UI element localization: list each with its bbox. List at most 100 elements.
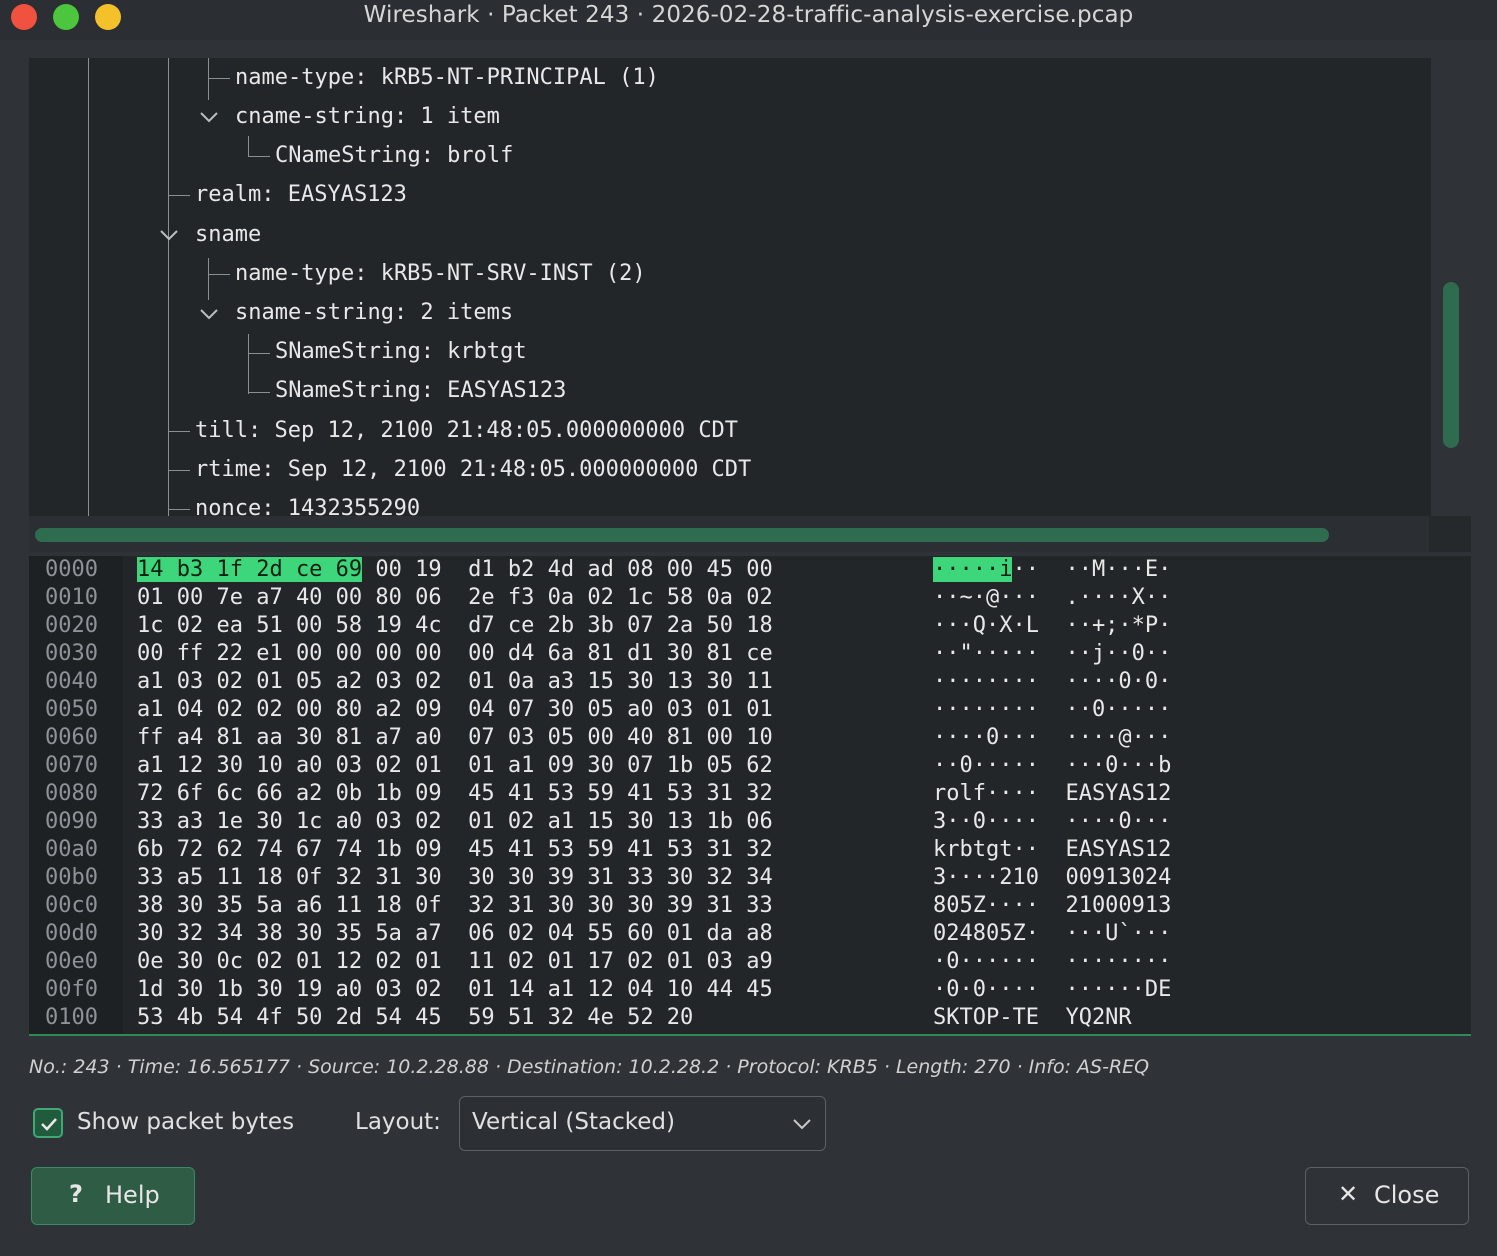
hex-bytes-selected[interactable]: 14 b3 1f 2d ce 69 bbox=[137, 557, 363, 582]
tree-guide bbox=[208, 58, 209, 100]
hex-ascii[interactable]: 3····210 00913024 bbox=[933, 864, 1171, 892]
hex-ascii[interactable]: ········ ··0····· bbox=[933, 696, 1171, 724]
show-packet-bytes-label[interactable]: Show packet bytes bbox=[77, 1109, 294, 1135]
tree-item[interactable]: rtime: Sep 12, 2100 21:48:05.000000000 C… bbox=[195, 457, 751, 483]
hex-bytes[interactable]: ff a4 81 aa 30 81 a7 a0 07 03 05 00 40 8… bbox=[137, 724, 773, 752]
hex-bytes[interactable]: 1d 30 1b 30 19 a0 03 02 01 14 a1 12 04 1… bbox=[137, 976, 773, 1004]
hex-bytes[interactable]: 1c 02 ea 51 00 58 19 4c d7 ce 2b 3b 07 2… bbox=[137, 612, 773, 640]
chevron-down-icon[interactable] bbox=[159, 228, 179, 242]
tree-horizontal-scrollbar[interactable] bbox=[35, 528, 1329, 542]
hex-offset: 0010 bbox=[45, 585, 98, 610]
hex-ascii[interactable]: ········ ····0·0· bbox=[933, 668, 1171, 696]
tree-guide bbox=[88, 58, 89, 516]
hex-bytes[interactable]: 01 00 7e a7 40 00 80 06 2e f3 0a 02 1c 5… bbox=[137, 584, 773, 612]
hex-offset: 0080 bbox=[45, 781, 98, 806]
hex-ascii[interactable]: ·0·0···· ······DE bbox=[933, 976, 1171, 1004]
tree-item[interactable]: name-type: kRB5-NT-PRINCIPAL (1) bbox=[235, 65, 659, 91]
hex-ascii[interactable]: ··"····· ··j··0·· bbox=[933, 640, 1171, 668]
hex-bytes[interactable]: a1 03 02 01 05 a2 03 02 01 0a a3 15 30 1… bbox=[137, 668, 773, 696]
hex-offset: 0100 bbox=[45, 1005, 98, 1030]
hex-bytes-text: 1d 30 1b 30 19 a0 03 02 01 14 a1 12 04 1… bbox=[137, 977, 773, 1002]
hex-bytes[interactable]: 0e 30 0c 02 01 12 02 01 11 02 01 17 02 0… bbox=[137, 948, 773, 976]
hex-ascii-text: ·0······ ········ bbox=[933, 949, 1172, 974]
tree-item[interactable]: CNameString: brolf bbox=[275, 143, 513, 169]
hex-bytes-text: 33 a5 11 18 0f 32 31 30 30 30 39 31 33 3… bbox=[137, 865, 773, 890]
tree-item[interactable]: till: Sep 12, 2100 21:48:05.000000000 CD… bbox=[195, 418, 738, 444]
hex-ascii[interactable]: ····0··· ····@··· bbox=[933, 724, 1171, 752]
help-icon: ? bbox=[69, 1180, 83, 1208]
packet-details-tree[interactable]: name-type: kRB5-NT-PRINCIPAL (1) cname-s… bbox=[29, 58, 1431, 516]
hex-bytes-text: 6b 72 62 74 67 74 1b 09 45 41 53 59 41 5… bbox=[137, 837, 773, 862]
packet-bytes-pane[interactable]: 0000 14 b3 1f 2d ce 69 00 19 d1 b2 4d ad … bbox=[29, 556, 1471, 1034]
hex-bytes[interactable]: 72 6f 6c 66 a2 0b 1b 09 45 41 53 59 41 5… bbox=[137, 780, 773, 808]
hex-bytes[interactable]: a1 04 02 02 00 80 a2 09 04 07 30 05 a0 0… bbox=[137, 696, 773, 724]
hex-ascii-text: ··"····· ··j··0·· bbox=[933, 641, 1172, 666]
tree-connector bbox=[168, 431, 190, 432]
tree-item[interactable]: cname-string: 1 item bbox=[235, 104, 500, 130]
chevron-down-icon[interactable] bbox=[199, 110, 219, 124]
packet-window: Wireshark · Packet 243 · 2026-02-28-traf… bbox=[0, 0, 1497, 1256]
hex-ascii[interactable]: 805Z···· 21000913 bbox=[933, 892, 1171, 920]
layout-select-value: Vertical (Stacked) bbox=[472, 1109, 675, 1135]
hex-ascii[interactable]: rolf···· EASYAS12 bbox=[933, 780, 1171, 808]
tree-vertical-scrollbar[interactable] bbox=[1443, 282, 1459, 448]
chevron-down-icon bbox=[793, 1119, 811, 1130]
tree-connector bbox=[208, 274, 230, 275]
hex-offset: 0040 bbox=[45, 669, 98, 694]
hex-ascii[interactable]: ·····i·· ··M···E· bbox=[933, 556, 1171, 584]
tree-item[interactable]: SNameString: EASYAS123 bbox=[275, 378, 566, 404]
hex-bytes[interactable]: 33 a5 11 18 0f 32 31 30 30 30 39 31 33 3… bbox=[137, 864, 773, 892]
hex-ascii-text: 3····210 00913024 bbox=[933, 865, 1172, 890]
hex-ascii[interactable]: SKTOP-TE YQ2NR bbox=[933, 1004, 1132, 1032]
hex-bytes-text: 0e 30 0c 02 01 12 02 01 11 02 01 17 02 0… bbox=[137, 949, 773, 974]
tree-item[interactable]: sname-string: 2 items bbox=[235, 300, 513, 326]
chevron-down-icon[interactable] bbox=[199, 307, 219, 321]
hex-bytes-text: 1c 02 ea 51 00 58 19 4c d7 ce 2b 3b 07 2… bbox=[137, 613, 773, 638]
hex-ascii[interactable]: ··0····· ···0···b bbox=[933, 752, 1171, 780]
tree-connector bbox=[168, 470, 190, 471]
tree-item[interactable]: sname bbox=[195, 222, 261, 248]
hex-bytes[interactable]: a1 12 30 10 a0 03 02 01 01 a1 09 30 07 1… bbox=[137, 752, 773, 780]
layout-select[interactable]: Vertical (Stacked) bbox=[459, 1096, 826, 1151]
window-title: Wireshark · Packet 243 · 2026-02-28-traf… bbox=[363, 2, 1134, 28]
close-button[interactable]: ✕ Close bbox=[1305, 1167, 1469, 1225]
hex-ascii[interactable]: krbtgt·· EASYAS12 bbox=[933, 836, 1171, 864]
hex-bytes[interactable]: 00 ff 22 e1 00 00 00 00 00 d4 6a 81 d1 3… bbox=[137, 640, 773, 668]
hex-ascii-text: ·· ··M···E· bbox=[1012, 557, 1172, 582]
hex-bytes-text: a1 04 02 02 00 80 a2 09 04 07 30 05 a0 0… bbox=[137, 697, 773, 722]
hex-bytes-text: a1 03 02 01 05 a2 03 02 01 0a a3 15 30 1… bbox=[137, 669, 773, 694]
hex-bytes[interactable]: 14 b3 1f 2d ce 69 00 19 d1 b2 4d ad 08 0… bbox=[137, 556, 773, 584]
hex-bytes[interactable]: 30 32 34 38 30 35 5a a7 06 02 04 55 60 0… bbox=[137, 920, 773, 948]
hex-ascii-selected[interactable]: ·····i bbox=[933, 557, 1013, 582]
show-packet-bytes-checkbox[interactable] bbox=[33, 1108, 63, 1138]
tree-connector bbox=[168, 195, 190, 196]
hex-bytes[interactable]: 53 4b 54 4f 50 2d 54 45 59 51 32 4e 52 2… bbox=[137, 1004, 693, 1032]
help-button[interactable]: ? Help bbox=[31, 1167, 195, 1225]
tree-item[interactable]: nonce: 1432355290 bbox=[195, 496, 420, 516]
tree-guide bbox=[248, 334, 249, 394]
hex-ascii[interactable]: 3··0···· ····0··· bbox=[933, 808, 1171, 836]
tree-guide bbox=[168, 58, 169, 516]
hex-bytes[interactable]: 38 30 35 5a a6 11 18 0f 32 31 30 30 30 3… bbox=[137, 892, 773, 920]
hex-ascii[interactable]: ·0······ ········ bbox=[933, 948, 1171, 976]
hex-offset: 00e0 bbox=[45, 949, 98, 974]
hex-ascii-text: 805Z···· 21000913 bbox=[933, 893, 1172, 918]
hex-ascii-text: ········ ··0····· bbox=[933, 697, 1172, 722]
tree-guide bbox=[248, 136, 249, 156]
hex-bytes[interactable]: 33 a3 1e 30 1c a0 03 02 01 02 a1 15 30 1… bbox=[137, 808, 773, 836]
checkmark-icon bbox=[41, 1118, 57, 1131]
hex-offset: 00d0 bbox=[45, 921, 98, 946]
hex-bytes-text: 53 4b 54 4f 50 2d 54 45 59 51 32 4e 52 2… bbox=[137, 1005, 694, 1030]
hex-bytes[interactable]: 6b 72 62 74 67 74 1b 09 45 41 53 59 41 5… bbox=[137, 836, 773, 864]
hex-ascii[interactable]: ···Q·X·L ··+;·*P· bbox=[933, 612, 1171, 640]
hex-ascii-text: ····0··· ····@··· bbox=[933, 725, 1172, 750]
layout-label: Layout: bbox=[355, 1109, 441, 1135]
tree-item[interactable]: realm: EASYAS123 bbox=[195, 182, 407, 208]
hex-offset: 0060 bbox=[45, 725, 98, 750]
hex-ascii[interactable]: 024805Z· ···U`··· bbox=[933, 920, 1171, 948]
hex-ascii[interactable]: ··~·@··· .····X·· bbox=[933, 584, 1171, 612]
tree-item[interactable]: SNameString: krbtgt bbox=[275, 339, 527, 365]
hex-offset: 0090 bbox=[45, 809, 98, 834]
hex-ascii-text: ··0····· ···0···b bbox=[933, 753, 1172, 778]
tree-item[interactable]: name-type: kRB5-NT-SRV-INST (2) bbox=[235, 261, 646, 287]
